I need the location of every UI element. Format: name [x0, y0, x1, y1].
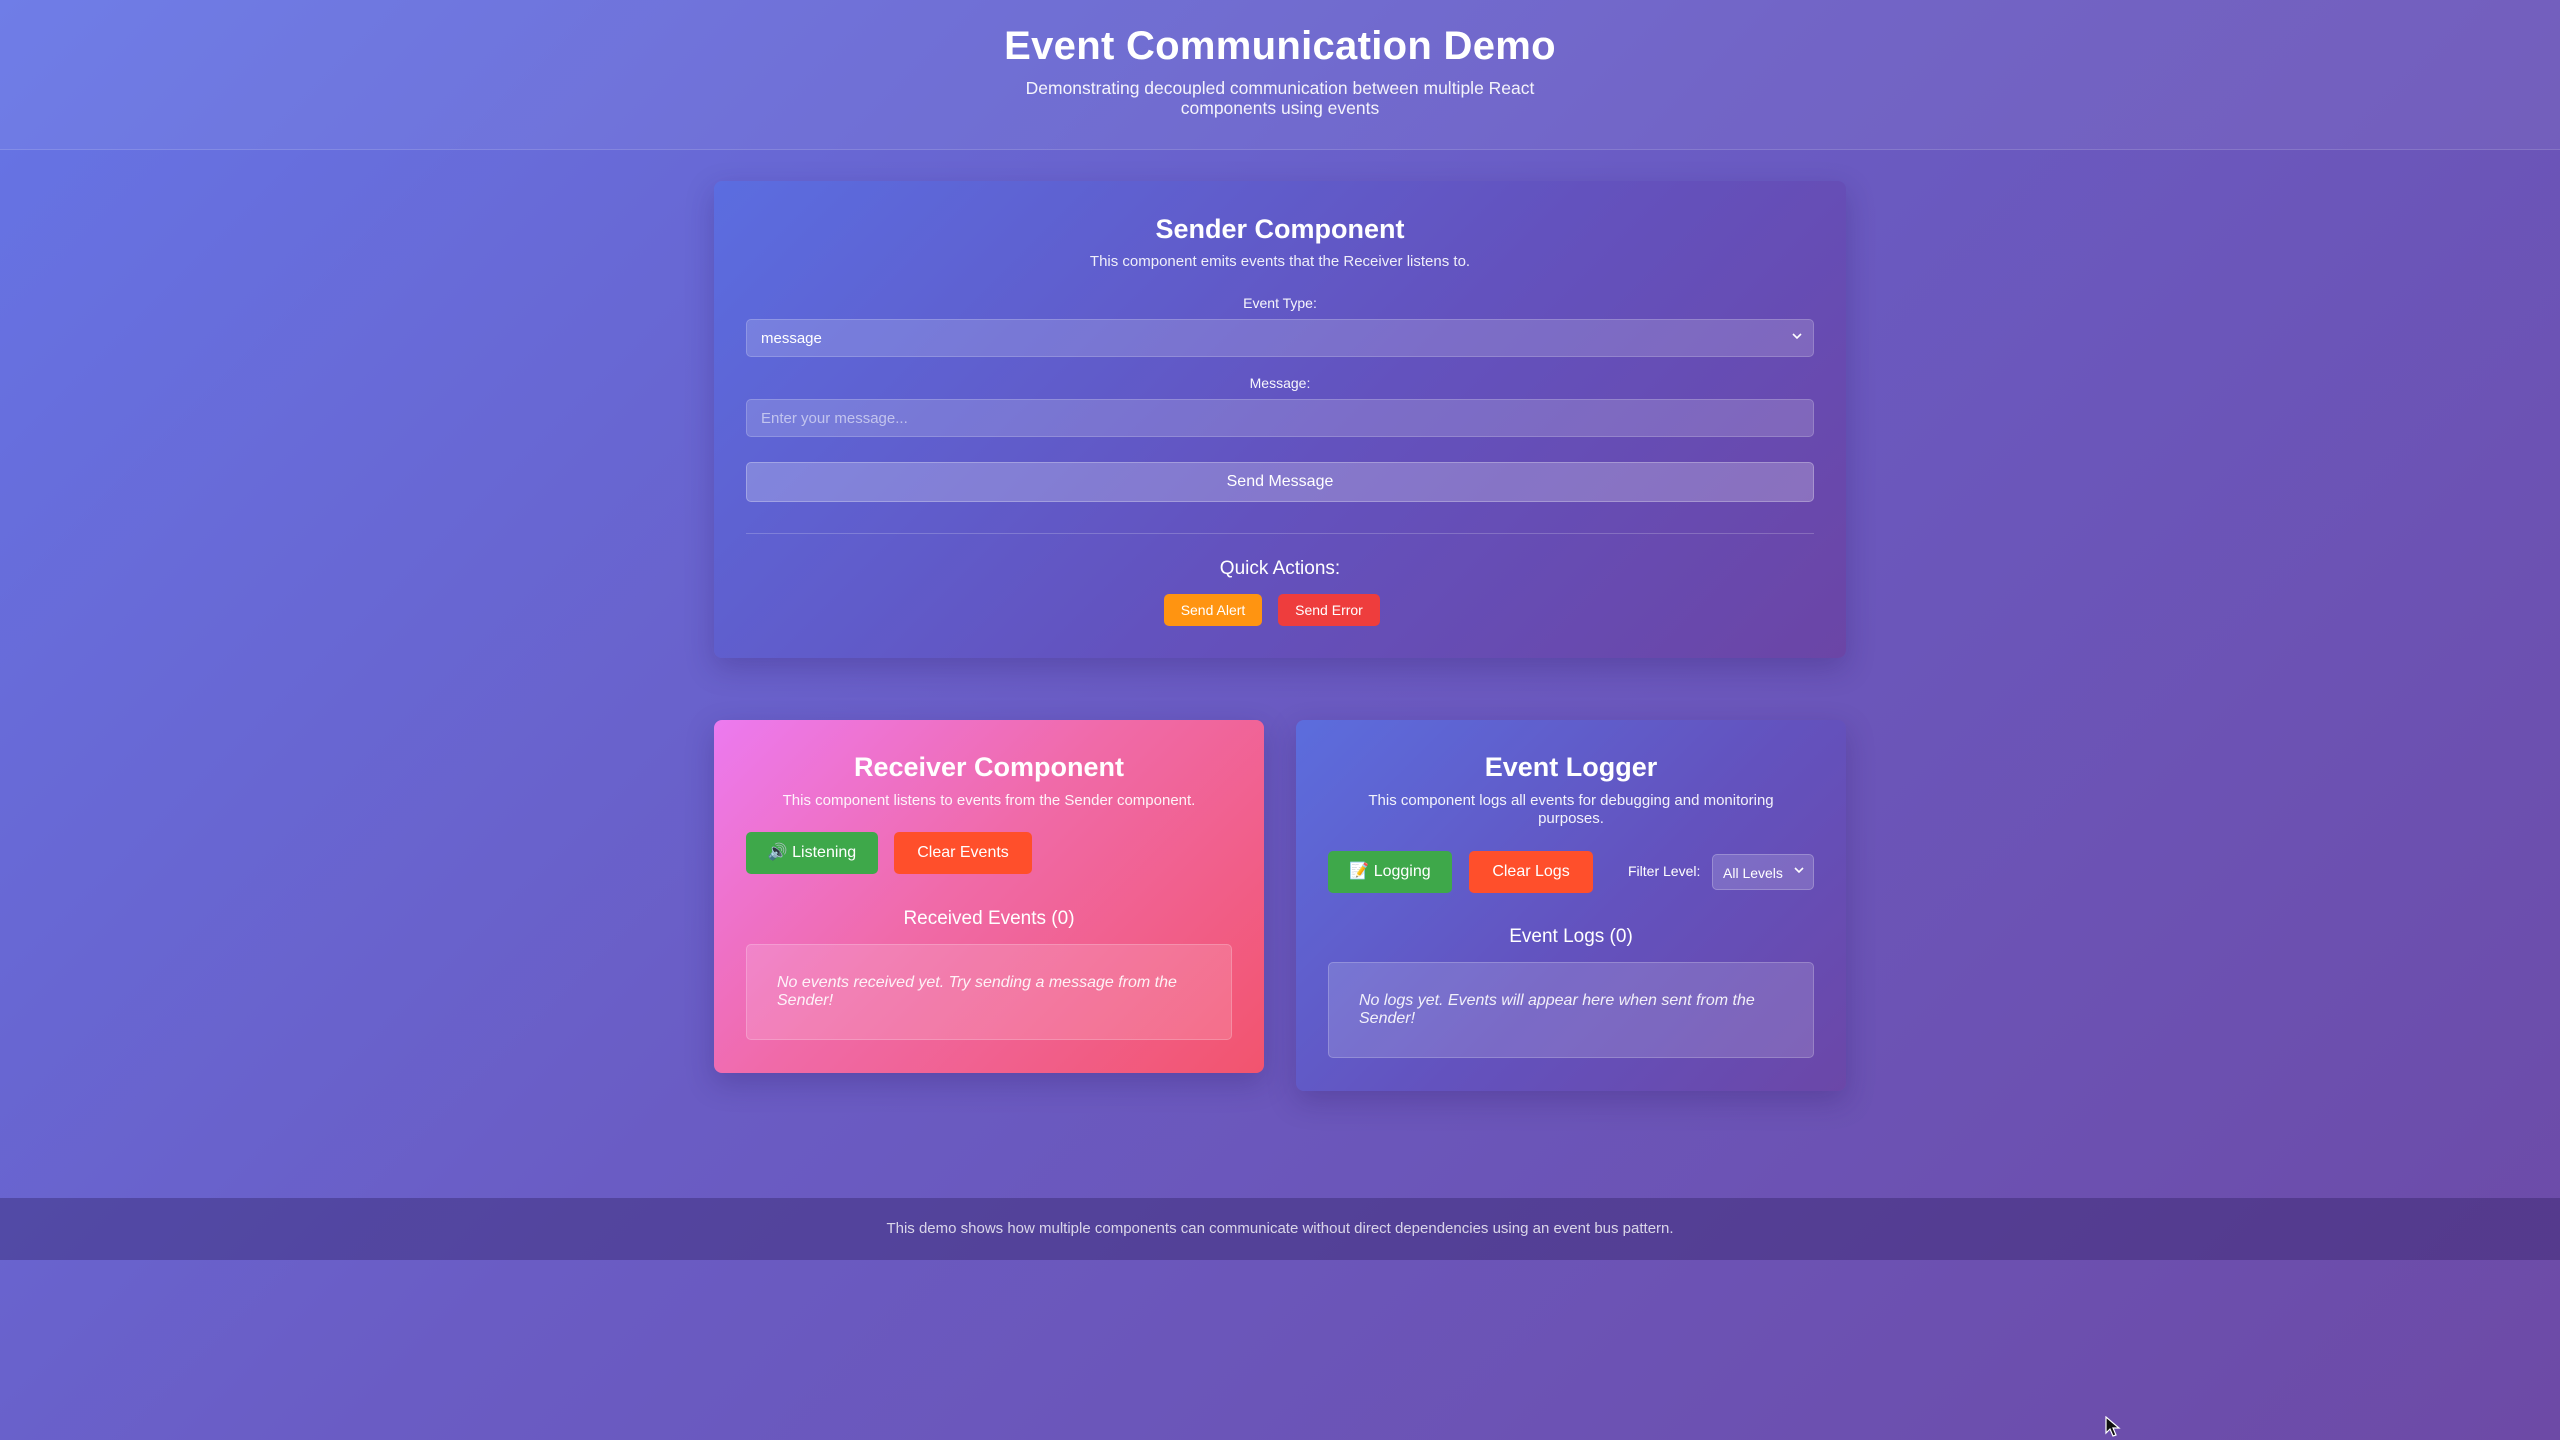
page-subtitle: Demonstrating decoupled communication be… — [1025, 78, 1535, 118]
listening-toggle-button[interactable]: 🔊 Listening — [746, 832, 878, 874]
listening-label: Listening — [792, 844, 857, 861]
quick-actions-label: Quick Actions: — [1219, 558, 1341, 579]
page-title: Event Communication Demo — [1004, 24, 1556, 68]
clear-events-button[interactable]: Clear Events — [894, 832, 1032, 874]
page-footer: This demo shows how multiple components … — [0, 1198, 2560, 1260]
event-logs-list: No logs yet. Events will appear here whe… — [1328, 962, 1814, 1058]
event-logs-empty-text: No logs yet. Events will appear here whe… — [1359, 992, 1755, 1027]
send-message-button[interactable]: Send Message — [746, 462, 1814, 502]
event-logs-heading: Event Logs (0) — [1509, 926, 1633, 947]
chevron-down-icon — [1793, 863, 1805, 879]
sender-description: This component emits events that the Rec… — [1089, 253, 1471, 270]
page-header: Event Communication Demo Demonstrating d… — [0, 0, 2560, 150]
event-type-label: Event Type: — [1243, 295, 1317, 311]
send-alert-button[interactable]: Send Alert — [1164, 594, 1262, 626]
received-events-empty-text: No events received yet. Try sending a me… — [777, 974, 1177, 1009]
event-type-value: message — [761, 330, 822, 347]
sender-divider — [746, 533, 1814, 534]
filter-level-select[interactable]: All Levels — [1712, 854, 1814, 890]
filter-level-value: All Levels — [1723, 865, 1783, 881]
received-events-heading: Received Events (0) — [903, 908, 1075, 929]
mouse-cursor-icon — [2105, 1416, 2121, 1437]
receiver-title: Receiver Component — [853, 752, 1125, 782]
send-error-button[interactable]: Send Error — [1278, 594, 1380, 626]
clear-logs-button[interactable]: Clear Logs — [1469, 851, 1593, 893]
message-placeholder: Enter your message... — [761, 410, 908, 427]
filter-level-label: Filter Level: — [1628, 863, 1701, 879]
receiver-description: This component listens to events from th… — [782, 792, 1196, 809]
logger-description: This component logs all events for debug… — [1368, 792, 1774, 827]
received-events-list: No events received yet. Try sending a me… — [746, 944, 1232, 1040]
sender-title: Sender Component — [1155, 214, 1405, 244]
logging-label: Logging — [1373, 863, 1431, 880]
message-input[interactable]: Enter your message... — [746, 399, 1814, 437]
logging-toggle-button[interactable]: 📝 Logging — [1328, 851, 1452, 893]
memo-icon: 📝 — [1349, 863, 1370, 880]
message-label: Message: — [1249, 375, 1311, 391]
footer-text: This demo shows how multiple components … — [886, 1220, 1674, 1237]
speaker-icon: 🔊 — [767, 844, 788, 861]
event-type-select[interactable]: message — [746, 319, 1814, 357]
logger-title: Event Logger — [1484, 752, 1658, 782]
chevron-down-icon — [1791, 329, 1803, 345]
